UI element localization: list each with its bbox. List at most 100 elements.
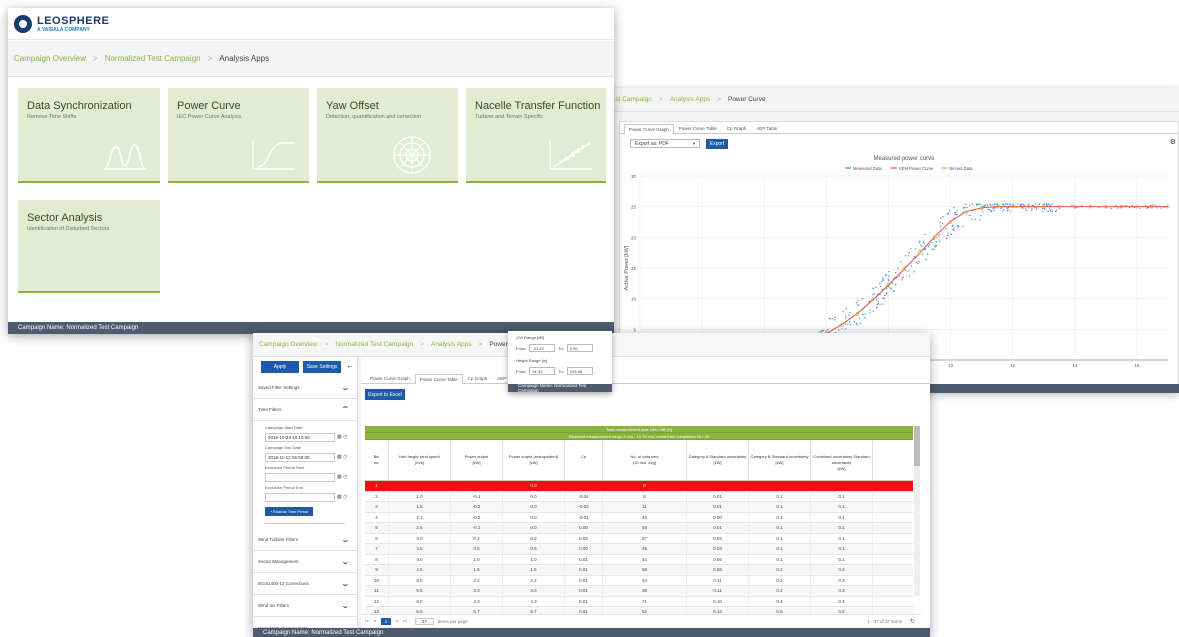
export-to-excel-button[interactable]: Export to Excel [365,389,405,400]
measured-data-point [992,204,994,206]
refresh-icon[interactable]: ↻ [910,618,915,625]
gvi-to-input[interactable]: 0.00 [566,344,593,352]
measured-data-point [845,307,847,310]
tab-cp-graph[interactable]: Cp Graph [722,123,752,133]
height-to-input[interactable]: 105.56 [566,367,593,375]
table-row[interactable]: 5 2.5 -0.1 0.0 0.00 55 0.01 0.1 0.1 [365,523,913,534]
sidebar-section-saved-filter-settings[interactable]: Saved Filter Settings ⌄ [253,377,357,399]
prev-page-icon[interactable]: ◂ [373,618,375,624]
tab-power-curve-table[interactable]: Power Curve Table [674,123,722,133]
calendar-clock-icon[interactable]: ▦ ◷ [337,494,347,500]
table-row[interactable]: 11 5.5 3.3 3.3 0.01 38 0.11 0.3 0.3 [365,586,913,597]
tile-yaw-offset[interactable]: Yaw Offset Detection, quantification and… [317,88,458,183]
table-row[interactable]: 7 3.5 0.5 0.5 0.00 45 0.03 0.1 0.1 [365,544,913,555]
table-row[interactable]: 2 1.0 -0.1 0.0 -0.04 6 0.01 0.1 0.1 [365,491,913,502]
last-page-icon[interactable]: ▸| [403,618,406,624]
height-from-input[interactable]: 91.33 [529,367,556,375]
table-row[interactable]: 1 0.0 0 [365,481,913,492]
campaign-start-field[interactable]: 2018-10-23 10:10:00 [265,433,335,442]
campaign-end-field[interactable]: 2018-11-12 06:50:00 [265,453,335,462]
measured-data-point [949,210,951,212]
sidebar-section-iec-corrections[interactable]: IEC61400-12 Corrections ⌄ [253,573,357,595]
measured-data-point [908,275,911,277]
measured-data-point [875,299,878,301]
table-row[interactable]: 8 4.0 1.0 1.0 0.01 44 0.05 0.1 0.1 [365,554,913,565]
breadcrumb-campaign-overview[interactable]: Campaign Overview [259,341,318,348]
table-cell: 0.2 [749,575,811,585]
tile-power-curve[interactable]: Power Curve IEC Power Curve Analysis [168,88,309,183]
breadcrumb-analysis-apps[interactable]: Analysis Apps [670,96,710,103]
sidebar-section-wind-iris-filters[interactable]: Wind Iris Filters ⌄ [253,595,357,617]
breadcrumb-campaign[interactable]: Normalized Test Campaign [105,54,201,63]
measured-data-point [984,204,987,207]
calendar-clock-icon[interactable]: ▦ ◷ [337,434,347,440]
export-format-select[interactable]: Export as: PDF ▼ [630,139,700,148]
column-header[interactable]: Power output [kW] [451,440,503,480]
column-header[interactable]: Category B Standard uncertainty [kW] [749,440,811,480]
column-header[interactable]: Category A Standard uncertainty [kW] [687,440,749,480]
breadcrumb-campaign[interactable]: ...st Campaign [610,96,652,103]
table-row[interactable]: 6 3.0 0.2 0.2 0.00 57 0.02 0.1 0.1 [365,533,913,544]
column-header[interactable]: No. of data sets (10 min. avg) [603,440,687,480]
table-row[interactable]: 4 2.1 -0.2 0.0 -0.01 43 0.00 0.1 0.1 [365,512,913,523]
exclude-time-period-button[interactable]: + Exclude Time Period [265,507,313,516]
arrow-left-icon[interactable]: ← [346,361,354,370]
table-main: Power Curve Graph Power Curve Table Cp G… [361,357,930,627]
table-row[interactable]: 9 4.5 1.5 1.5 0.01 58 0.06 0.2 0.2 [365,565,913,576]
tab-aep-table[interactable]: AEP Table [751,123,782,133]
measured-data-point [982,211,984,213]
export-button[interactable]: Export [706,139,728,149]
tile-sector-analysis[interactable]: Sector Analysis Identification of Distur… [18,200,160,293]
measured-data-point [875,286,877,289]
column-header[interactable]: Cp [565,440,603,480]
table-row[interactable]: 12 6.0 4.3 4.3 0.01 71 0.10 0.4 0.4 [365,596,913,607]
breadcrumb-separator-icon: > [717,96,721,103]
first-page-icon[interactable]: |◂ [365,618,368,624]
gvi-from-input[interactable]: -21.42 [529,344,556,352]
sidebar-section-time-filters[interactable]: Time Filters ⌃ [253,399,357,421]
measured-data-point [988,208,991,211]
breadcrumb-analysis-apps[interactable]: Analysis Apps [431,341,471,348]
chevron-down-icon: ⌄ [340,557,351,566]
exclusion-start-field[interactable] [265,473,335,482]
next-page-icon[interactable]: ▸ [396,618,398,624]
page-number-current[interactable]: 1 [380,617,392,625]
measured-data-point [956,225,958,227]
measured-data-point [940,217,942,219]
column-header[interactable]: Power output (extrapolated) [kW] [503,440,565,480]
column-header[interactable]: Bin no. [365,440,389,480]
breadcrumb-campaign[interactable]: Normalized Test Campaign [335,341,413,348]
tab-power-curve-table[interactable]: Power Curve Table [414,374,463,384]
measured-data-point [1048,203,1050,205]
calendar-clock-icon[interactable]: ▦ ◷ [337,474,347,480]
table-scrollbar[interactable] [914,426,920,596]
table-row[interactable]: 3 1.5 -0.2 0.0 -0.02 11 0.01 0.1 0.1 [365,502,913,513]
tab-power-curve-graph[interactable]: Power Curve Graph [365,373,415,383]
column-header[interactable]: Hub height wind speed [m/s] [389,440,451,480]
gear-icon[interactable]: ⚙ [1170,138,1176,146]
sidebar-section-wind-turbine-filters[interactable]: Wind Turbine Filters ⌄ [253,529,357,551]
scatter-line-icon [549,139,592,170]
tile-nacelle-transfer-function[interactable]: Nacelle Transfer Function Turbine and Te… [466,88,606,183]
breadcrumb-current: Power Curve [727,96,766,103]
scrollbar-thumb[interactable] [914,426,920,466]
apply-button[interactable]: Apply [261,361,299,373]
column-header[interactable]: Combined uncertainty Standard uncertaint… [811,440,873,480]
table-cell: 0.0 [503,481,565,491]
breadcrumb-campaign-overview[interactable]: Campaign Overview [14,54,86,63]
measured-data-point [931,241,933,244]
table-cell: -0.1 [451,523,503,533]
tab-cp-graph[interactable]: Cp Graph [463,373,493,383]
measured-data-point [1031,204,1034,207]
exclusion-end-field[interactable] [265,493,335,502]
sidebar-section-sector-management[interactable]: Sector Management ⌄ [253,551,357,573]
tile-data-synchronization[interactable]: Data Synchronization Remove Time Shifts [18,88,160,183]
measured-data-point [934,244,936,247]
tab-power-curve-graph[interactable]: Power Curve Graph [624,124,674,134]
calendar-clock-icon[interactable]: ▦ ◷ [337,454,347,460]
measured-data-point [872,293,874,296]
items-per-page-select[interactable]: 37 [414,617,434,625]
table-cell: 4.5 [389,565,451,575]
table-row[interactable]: 10 5.0 2.2 2.2 0.01 44 0.11 0.2 0.3 [365,575,913,586]
save-settings-button[interactable]: Save Settings [303,361,341,373]
